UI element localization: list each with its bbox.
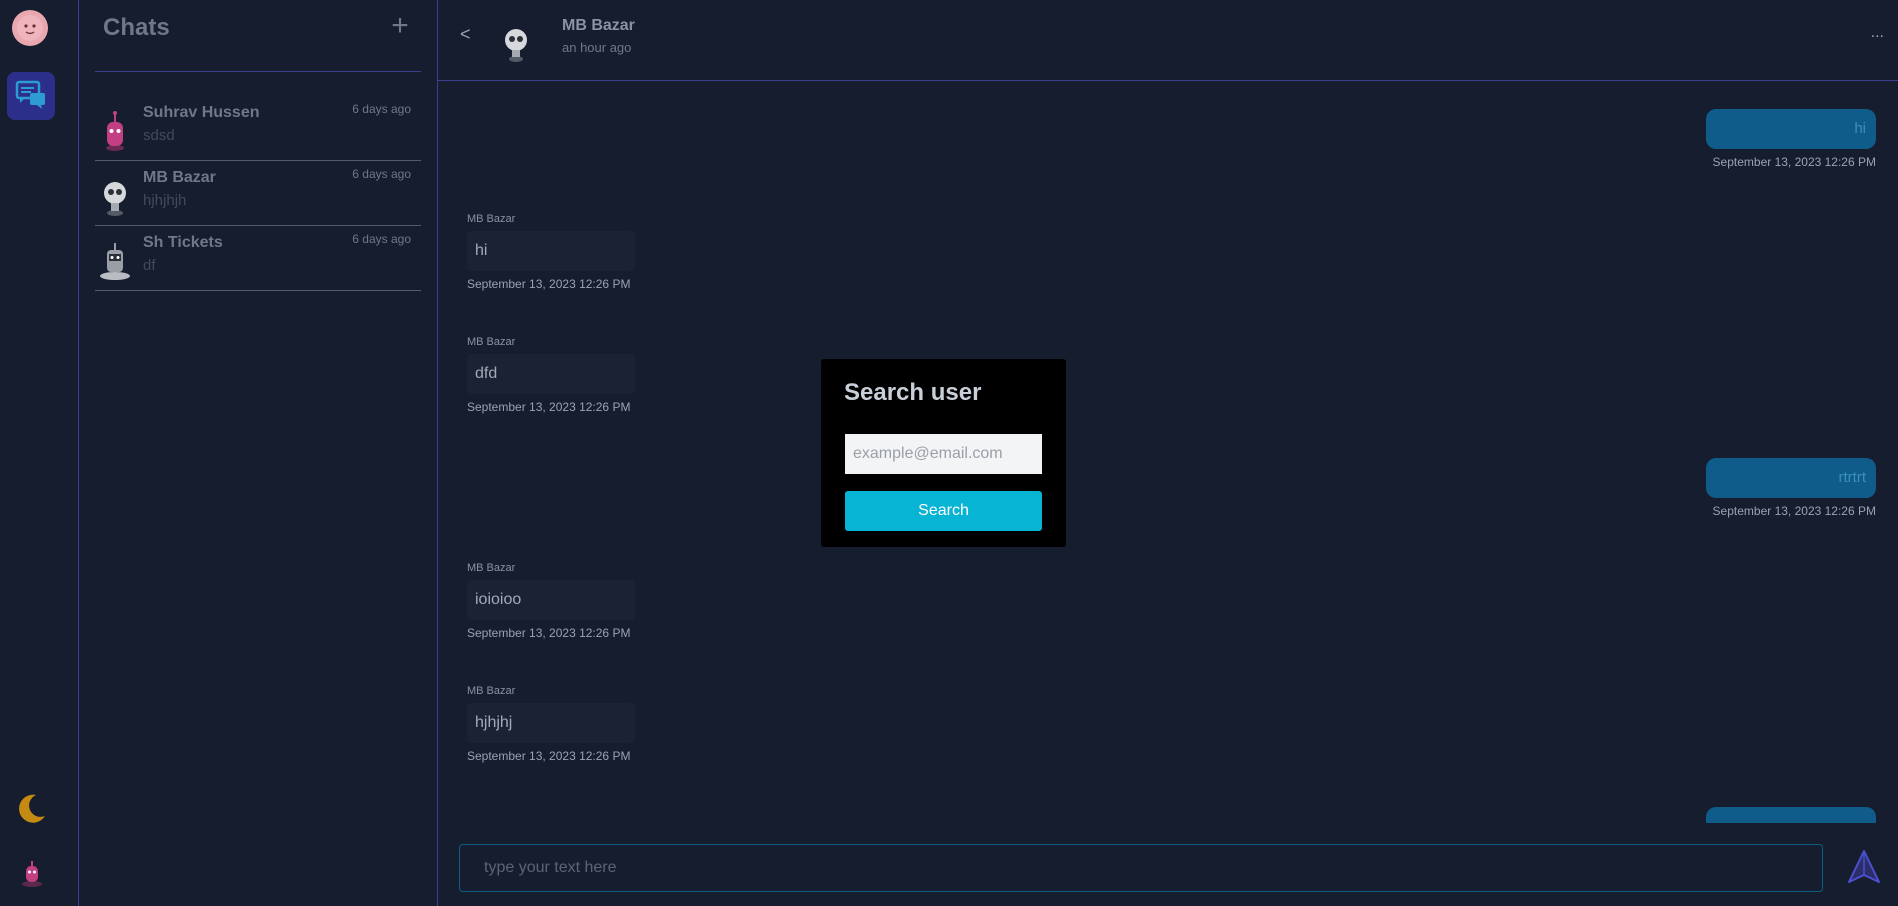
robot-avatar-icon — [97, 238, 133, 282]
chat-name: Sh Tickets — [143, 234, 223, 251]
message-composer — [459, 844, 1823, 892]
message-bubble: hi — [467, 231, 635, 271]
message-received: MB Bazar dfd September 13, 2023 12:26 PM — [467, 336, 667, 414]
chat-last-message: df — [143, 257, 156, 274]
email-search-input[interactable] — [845, 434, 1042, 474]
conversation-panel: < MB Bazar an hour ago ... hi September … — [438, 0, 1898, 906]
chat-last-message: sdsd — [143, 127, 175, 144]
message-bubble — [1706, 807, 1876, 823]
chat-name: MB Bazar — [143, 169, 216, 186]
chats-title: Chats — [103, 14, 170, 41]
chat-time: 6 days ago — [352, 167, 411, 181]
chat-bubbles-icon[interactable] — [7, 72, 55, 120]
plus-icon[interactable]: + — [388, 11, 412, 41]
message-sent: hi September 13, 2023 12:26 PM — [1706, 109, 1876, 169]
message-sender: MB Bazar — [467, 213, 516, 225]
message-received: MB Bazar hjhjhj September 13, 2023 12:26… — [467, 685, 667, 763]
chat-name: Suhrav Hussen — [143, 104, 260, 121]
chats-panel: Chats + Suhrav Hussen sdsd 6 days ago MB… — [79, 0, 438, 906]
message-bubble: ioioioo — [467, 580, 635, 620]
message-time: September 13, 2023 12:26 PM — [1712, 155, 1876, 169]
message-input[interactable] — [460, 845, 1822, 891]
more-options-button[interactable]: ... — [1871, 24, 1884, 42]
message-time: September 13, 2023 12:26 PM — [467, 749, 631, 763]
conversation-header: < MB Bazar an hour ago ... — [438, 0, 1898, 81]
chat-list-item-mb-bazar[interactable]: MB Bazar hjhjhjh 6 days ago — [95, 161, 421, 226]
message-sent: rtrtrt September 13, 2023 12:26 PM — [1706, 458, 1876, 518]
message-sender: MB Bazar — [467, 562, 516, 574]
message-bubble: hi — [1706, 109, 1876, 149]
message-bubble: dfd — [467, 354, 635, 394]
contact-name: MB Bazar — [562, 17, 635, 34]
left-rail — [0, 0, 79, 906]
moon-icon[interactable] — [14, 792, 48, 826]
robot-avatar-icon — [97, 108, 133, 152]
chat-list-item-sh-tickets[interactable]: Sh Tickets df 6 days ago — [95, 226, 421, 291]
chat-time: 6 days ago — [352, 102, 411, 116]
message-sent — [1706, 807, 1876, 823]
message-received: MB Bazar ioioioo September 13, 2023 12:2… — [467, 562, 667, 640]
chat-time: 6 days ago — [352, 232, 411, 246]
message-sender: MB Bazar — [467, 685, 516, 697]
chat-list-item-suhrav-hussen[interactable]: Suhrav Hussen sdsd 6 days ago — [95, 96, 421, 161]
contact-last-seen: an hour ago — [562, 40, 632, 55]
message-bubble: rtrtrt — [1706, 458, 1876, 498]
send-arrow-icon[interactable] — [1846, 848, 1882, 886]
message-time: September 13, 2023 12:26 PM — [467, 277, 631, 291]
message-sender: MB Bazar — [467, 336, 516, 348]
robot-avatar-icon — [97, 173, 133, 217]
modal-title: Search user — [844, 379, 982, 406]
search-user-modal: Search user Search — [821, 359, 1066, 547]
message-time: September 13, 2023 12:26 PM — [467, 626, 631, 640]
message-received: MB Bazar hi September 13, 2023 12:26 PM — [467, 213, 667, 291]
contact-avatar-icon — [500, 24, 532, 62]
search-button[interactable]: Search — [845, 491, 1042, 531]
chat-last-message: hjhjhjh — [143, 192, 187, 209]
message-bubble: hjhjhj — [467, 703, 635, 743]
back-button[interactable]: < — [460, 24, 471, 45]
message-time: September 13, 2023 12:26 PM — [467, 400, 631, 414]
user-avatar-icon[interactable] — [18, 858, 46, 888]
divider — [95, 71, 421, 72]
message-list[interactable]: hi September 13, 2023 12:26 PM MB Bazar … — [438, 81, 1898, 823]
profile-avatar-icon[interactable] — [12, 10, 48, 46]
message-time: September 13, 2023 12:26 PM — [1712, 504, 1876, 518]
